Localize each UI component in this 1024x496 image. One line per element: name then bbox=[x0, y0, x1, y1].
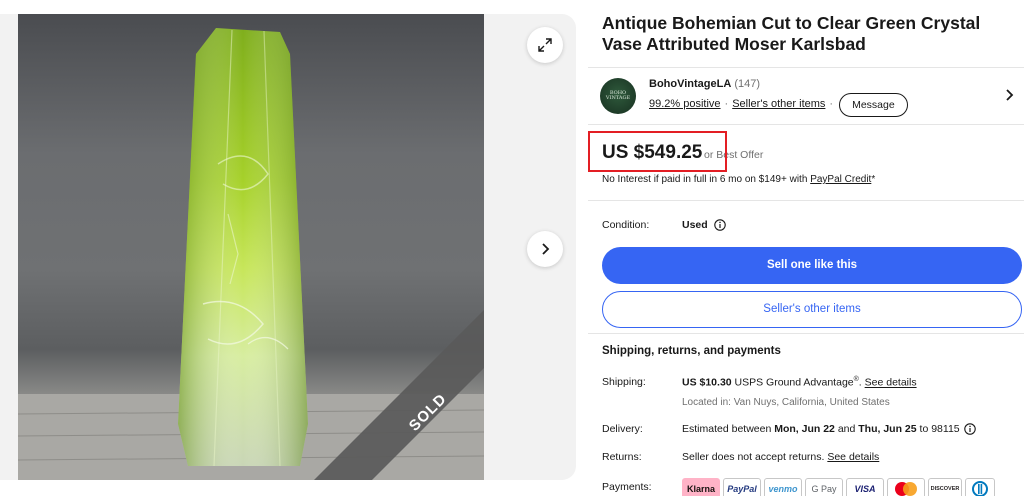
financing-suffix: * bbox=[871, 174, 876, 185]
financing-text: No Interest if paid in full in 6 mo on $… bbox=[602, 174, 875, 185]
seller-avatar-text: BOHO VINTAGE bbox=[605, 90, 631, 101]
sell-one-like-this-button[interactable]: Sell one like this bbox=[602, 247, 1022, 284]
payment-methods: Klarna PayPal venmo G Pay VISA DISCOVER bbox=[682, 478, 995, 496]
returns-value: Seller does not accept returns. See deta… bbox=[682, 451, 879, 463]
message-button[interactable]: Message bbox=[839, 92, 908, 117]
delivery-start: Mon, Jun 22 bbox=[774, 423, 835, 435]
returns-see-details-link[interactable]: See details bbox=[827, 451, 879, 463]
shipping-section-heading: Shipping, returns, and payments bbox=[602, 345, 781, 357]
shipping-value: US $10.30 USPS Ground Advantage®. See de… bbox=[682, 376, 917, 389]
visa-logo: VISA bbox=[846, 478, 884, 496]
item-location: Located in: Van Nuys, California, United… bbox=[682, 397, 890, 408]
delivery-zip: to 98115 bbox=[916, 423, 960, 435]
expand-icon bbox=[538, 38, 552, 52]
seller-name[interactable]: BohoVintageLA bbox=[649, 78, 731, 90]
separator-dot: · bbox=[724, 98, 729, 110]
condition-text: Used bbox=[682, 219, 708, 231]
delivery-value: Estimated between Mon, Jun 22 and Thu, J… bbox=[682, 423, 976, 435]
klarna-logo: Klarna bbox=[682, 478, 720, 496]
shipping-service: USPS Ground Advantage bbox=[731, 376, 854, 389]
diners-club-icon bbox=[972, 481, 988, 496]
condition-label: Condition: bbox=[602, 219, 650, 231]
product-photo[interactable]: SOLD bbox=[18, 14, 484, 480]
paypal-credit-link[interactable]: PayPal Credit bbox=[810, 174, 871, 185]
chevron-right-icon[interactable] bbox=[1002, 88, 1016, 102]
google-pay-logo: G Pay bbox=[805, 478, 843, 496]
condition-value: Used bbox=[682, 219, 726, 231]
mastercard-icon bbox=[895, 482, 917, 496]
delivery-and: and bbox=[834, 423, 859, 435]
price-highlight-box bbox=[588, 131, 727, 172]
returns-text: Seller does not accept returns. bbox=[682, 451, 828, 463]
payments-label: Payments: bbox=[602, 481, 652, 493]
discover-logo: DISCOVER bbox=[928, 478, 962, 496]
sellers-other-items-button[interactable]: Seller's other items bbox=[602, 291, 1022, 328]
image-gallery: SOLD bbox=[0, 14, 576, 480]
seller-avatar[interactable]: BOHO VINTAGE bbox=[600, 78, 636, 114]
returns-label: Returns: bbox=[602, 451, 642, 463]
delivery-label: Delivery: bbox=[602, 423, 643, 435]
separator-dot: · bbox=[829, 98, 834, 110]
delivery-prefix: Estimated between bbox=[682, 423, 775, 435]
seller-card[interactable]: BOHO VINTAGE BohoVintageLA (147) 99.2% p… bbox=[588, 67, 1024, 125]
seller-other-items-link[interactable]: Seller's other items bbox=[732, 96, 825, 113]
mastercard-logo bbox=[887, 478, 925, 496]
divider bbox=[588, 200, 1024, 201]
shipping-price: US $10.30 bbox=[682, 376, 732, 389]
divider bbox=[588, 333, 1024, 334]
paypal-logo: PayPal bbox=[723, 478, 761, 496]
financing-prefix: No Interest if paid in full in 6 mo on $… bbox=[602, 174, 811, 185]
next-image-button[interactable] bbox=[527, 231, 563, 267]
delivery-end: Thu, Jun 25 bbox=[858, 423, 917, 435]
diners-club-logo bbox=[965, 478, 995, 496]
shipping-see-details-link[interactable]: See details bbox=[865, 377, 917, 389]
shipping-label: Shipping: bbox=[602, 376, 646, 388]
seller-info: BohoVintageLA (147) 99.2% positive · Sel… bbox=[649, 76, 908, 117]
info-icon[interactable] bbox=[963, 423, 976, 435]
vase-illustration bbox=[18, 28, 484, 480]
listing-title: Antique Bohemian Cut to Clear Green Crys… bbox=[602, 13, 981, 54]
seller-feedback-count: (147) bbox=[734, 77, 761, 90]
venmo-logo: venmo bbox=[764, 478, 802, 496]
seller-positive-link[interactable]: 99.2% positive bbox=[649, 96, 721, 113]
expand-image-button[interactable] bbox=[527, 27, 563, 63]
info-icon[interactable] bbox=[713, 219, 726, 231]
chevron-right-icon bbox=[542, 243, 550, 255]
